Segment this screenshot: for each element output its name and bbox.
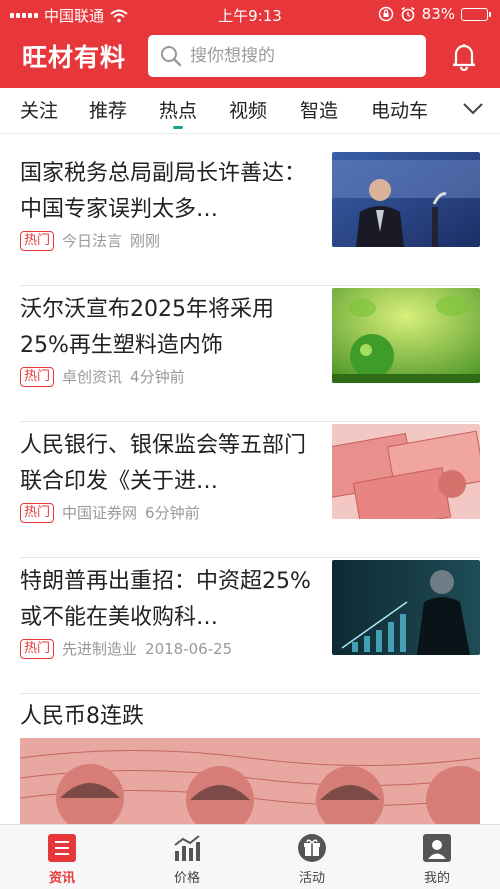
news-time: 4分钟前: [130, 368, 185, 386]
chart-icon: [174, 835, 200, 861]
news-thumbnail[interactable]: [332, 288, 480, 383]
gift-icon: [298, 834, 326, 862]
news-item[interactable]: 沃尔沃宣布2025年将采用25%再生塑料造内饰 热门 卓创资讯 4分钟前: [20, 286, 480, 422]
bell-icon[interactable]: [448, 40, 480, 72]
news-title[interactable]: 沃尔沃宣布2025年将采用25%再生塑料造内饰: [20, 292, 316, 364]
news-source: 先进制造业: [62, 640, 138, 658]
news-icon: [48, 834, 76, 862]
news-meta: 热门 今日法言 刚刚: [20, 230, 160, 251]
news-title[interactable]: 人民币8连跌: [20, 698, 144, 730]
news-time: 6分钟前: [145, 504, 200, 522]
news-item[interactable]: 特朗普再出重招：中资超25%或不能在美收购科… 热门 先进制造业 2018-06…: [20, 558, 480, 694]
app-logo: 旺材有料: [22, 43, 127, 72]
hot-badge: 热门: [20, 502, 55, 523]
search-bar[interactable]: [148, 35, 426, 77]
status-right: 83%: [378, 5, 491, 23]
nav-events-label: 活动: [298, 871, 325, 886]
chevron-down-icon[interactable]: [462, 102, 484, 116]
tab-hot[interactable]: 热点: [159, 96, 197, 129]
rotation-lock-icon: [378, 6, 393, 22]
tab-follow[interactable]: 关注: [20, 96, 58, 123]
battery-percent: 83%: [421, 5, 455, 23]
news-title[interactable]: 人民银行、银保监会等五部门联合印发《关于进…: [20, 428, 316, 500]
hot-badge: 热门: [20, 638, 55, 659]
news-meta: 热门 先进制造业 2018-06-25: [20, 638, 232, 659]
user-icon: [423, 834, 451, 862]
app-header: 中国联通 上午9:13 83% 旺材有料: [0, 0, 500, 88]
hot-badge: 热门: [20, 366, 55, 387]
news-cover-image[interactable]: [20, 738, 480, 828]
tab-video[interactable]: 视频: [229, 96, 267, 123]
nav-events[interactable]: 活动: [272, 833, 352, 886]
tab-recommend[interactable]: 推荐: [89, 96, 127, 123]
nav-news[interactable]: 资讯: [22, 833, 102, 886]
news-thumbnail[interactable]: [332, 152, 480, 247]
news-title[interactable]: 国家税务总局副局长许善达：中国专家误判太多…: [20, 156, 316, 228]
status-bar: 中国联通 上午9:13 83%: [0, 0, 500, 28]
news-source: 卓创资讯: [62, 368, 123, 386]
tab-electric-vehicle[interactable]: 电动车: [371, 96, 428, 123]
news-time: 2018-06-25: [145, 639, 233, 658]
news-time: 刚刚: [130, 232, 161, 250]
nav-news-label: 资讯: [48, 871, 75, 886]
tab-smart-manufacturing[interactable]: 智造: [300, 96, 338, 123]
news-title[interactable]: 特朗普再出重招：中资超25%或不能在美收购科…: [20, 564, 316, 636]
category-tabs: 关注 推荐 热点 视频 智造 电动车: [0, 88, 500, 134]
news-meta: 热门 卓创资讯 4分钟前: [20, 366, 185, 387]
nav-price-label: 价格: [173, 871, 200, 886]
nav-profile[interactable]: 我的: [397, 833, 477, 886]
nav-price[interactable]: 价格: [147, 833, 227, 886]
news-thumbnail[interactable]: [332, 560, 480, 655]
nav-profile-label: 我的: [423, 871, 450, 886]
alarm-icon: [401, 6, 415, 22]
search-icon: [161, 46, 182, 67]
search-input[interactable]: [190, 46, 410, 66]
news-source: 今日法言: [62, 232, 123, 250]
news-item[interactable]: 人民银行、银保监会等五部门联合印发《关于进… 热门 中国证券网 6分钟前: [20, 422, 480, 558]
bottom-nav: 资讯 价格 活动 我的: [0, 824, 500, 889]
news-item[interactable]: 国家税务总局副局长许善达：中国专家误判太多… 热门 今日法言 刚刚: [20, 150, 480, 286]
battery-icon: [461, 7, 491, 21]
hot-badge: 热门: [20, 230, 55, 251]
news-thumbnail[interactable]: [332, 424, 480, 519]
news-source: 中国证券网: [62, 504, 138, 522]
news-meta: 热门 中国证券网 6分钟前: [20, 502, 200, 523]
